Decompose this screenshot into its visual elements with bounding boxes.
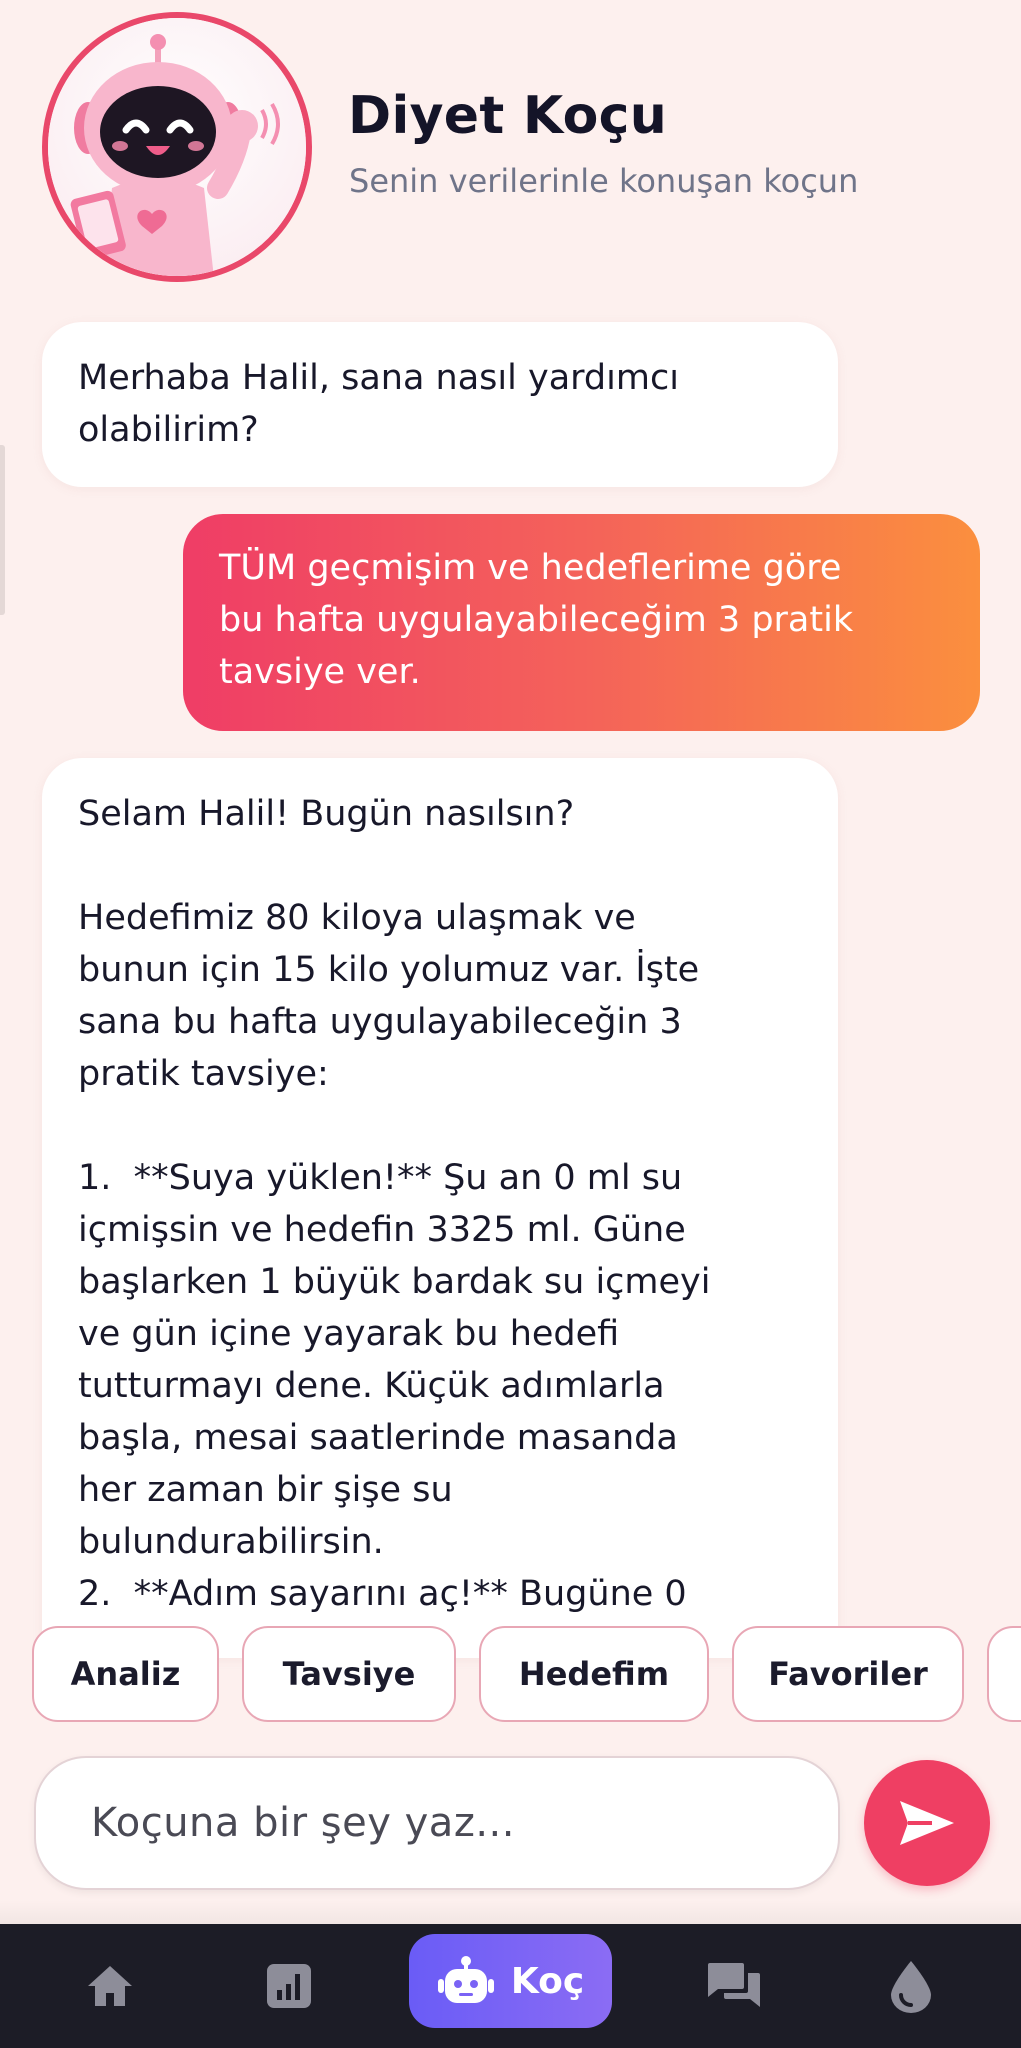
- page-title: Diyet Koçu: [348, 86, 668, 146]
- stats-icon: [267, 1964, 311, 2008]
- nav-chat[interactable]: [679, 1924, 789, 2048]
- chip-favoriler[interactable]: Favoriler: [732, 1626, 964, 1722]
- robot-icon: [437, 1956, 494, 2003]
- home-icon: [88, 1966, 132, 2006]
- message-input[interactable]: Koçuna bir şey yaz...: [34, 1756, 840, 1890]
- chip-tavsiye[interactable]: Tavsiye: [242, 1626, 456, 1722]
- chat-header: Diyet Koçu Senin verilerinle konuşan koç…: [0, 0, 1021, 300]
- bottom-navigation: Koç: [0, 1924, 1021, 2048]
- send-button[interactable]: [864, 1760, 990, 1886]
- water-drop-icon: [891, 1961, 931, 2013]
- nav-coach-label: Koç: [510, 1960, 585, 2002]
- send-icon: [900, 1801, 954, 1845]
- bot-message: Selam Halil! Bugün nasılsın? Hedefimiz 8…: [42, 758, 838, 1658]
- scroll-edge-indicator: [0, 445, 5, 615]
- user-message: TÜM geçmişim ve hedeflerime göre bu haft…: [183, 514, 980, 731]
- chip-analiz[interactable]: Analiz: [32, 1626, 219, 1722]
- robot-mascot-icon: [42, 12, 312, 282]
- chat-icon: [708, 1963, 760, 2007]
- page-subtitle: Senin verilerinle konuşan koçun: [349, 162, 859, 200]
- chip-more[interactable]: [987, 1626, 1021, 1722]
- chip-hedefim[interactable]: Hedefim: [479, 1626, 709, 1722]
- bot-message: Merhaba Halil, sana nasıl yardımcı olabi…: [42, 322, 838, 487]
- quick-reply-chips: Analiz Tavsiye Hedefim Favoriler: [0, 1626, 1021, 1722]
- nav-divider: [0, 1900, 1021, 1924]
- nav-home[interactable]: [55, 1924, 165, 2048]
- nav-stats[interactable]: [234, 1924, 344, 2048]
- nav-coach[interactable]: Koç: [409, 1934, 612, 2028]
- nav-water[interactable]: [856, 1924, 966, 2048]
